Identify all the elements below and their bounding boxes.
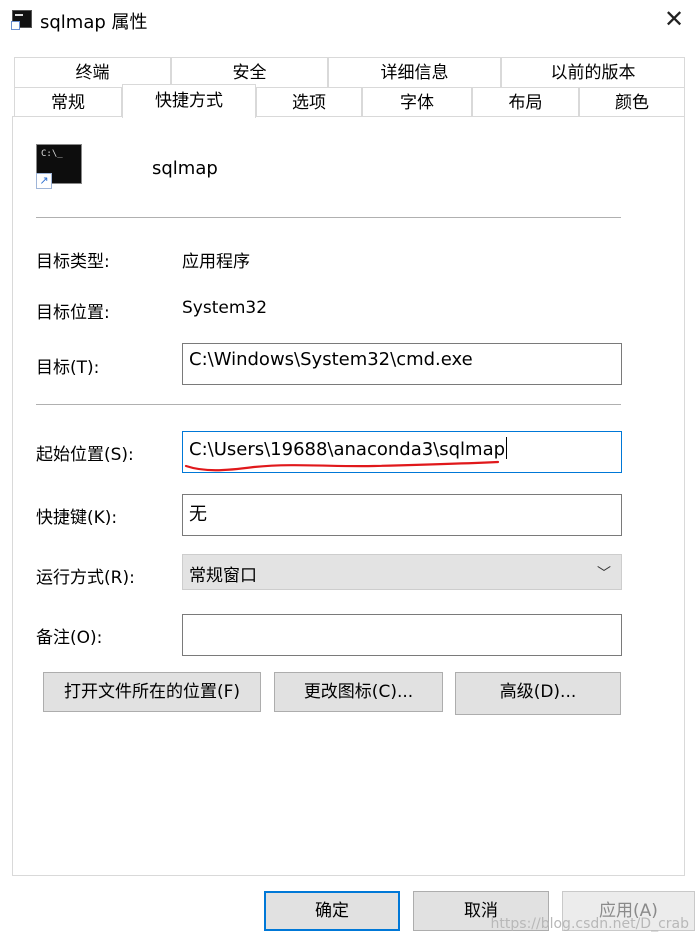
divider — [36, 404, 621, 405]
target-location-value: System32 — [182, 298, 268, 318]
run-select-value: 常规窗口 — [189, 566, 257, 586]
change-icon-button[interactable]: 更改图标(C)... — [274, 672, 443, 712]
divider — [36, 217, 621, 218]
close-button[interactable]: ✕ — [651, 0, 697, 40]
run-select[interactable]: 常规窗口 ﹀ — [182, 554, 622, 590]
tab-general[interactable]: 常规 — [14, 87, 122, 117]
ok-button[interactable]: 确定 — [264, 891, 400, 931]
watermark: https://blog.csdn.net/D_crab — [490, 916, 689, 932]
tab-shortcut[interactable]: 快捷方式 — [122, 84, 256, 118]
tab-colors[interactable]: 颜色 — [579, 87, 685, 117]
tab-font[interactable]: 字体 — [362, 87, 472, 117]
icon-prompt-text: C:\_ — [41, 149, 63, 159]
target-type-label: 目标类型: — [36, 252, 110, 272]
tab-options[interactable]: 选项 — [256, 87, 362, 117]
comment-input[interactable] — [182, 614, 622, 656]
shortcut-name: sqlmap — [152, 158, 218, 179]
window-title: sqlmap 属性 — [40, 12, 148, 33]
target-location-label: 目标位置: — [36, 303, 110, 323]
red-underline-annotation — [184, 460, 500, 472]
run-label: 运行方式(R): — [36, 568, 135, 588]
cmd-icon — [11, 10, 32, 30]
tab-security[interactable]: 安全 — [171, 57, 328, 87]
advanced-button[interactable]: 高级(D)... — [455, 672, 621, 715]
target-label: 目标(T): — [36, 358, 100, 378]
tab-layout[interactable]: 布局 — [472, 87, 579, 117]
title-bar: sqlmap 属性 ✕ — [0, 0, 697, 40]
hotkey-input[interactable]: 无 — [182, 494, 622, 536]
open-file-location-button[interactable]: 打开文件所在的位置(F) — [43, 672, 261, 712]
target-type-value: 应用程序 — [182, 252, 250, 272]
cmd-shortcut-icon: C:\_ ↗ — [36, 144, 82, 189]
tab-previous-versions[interactable]: 以前的版本 — [501, 57, 685, 87]
text-caret — [506, 437, 508, 459]
start-in-value: C:\Users\19688\anaconda3\sqlmap — [189, 439, 506, 460]
comment-label: 备注(O): — [36, 628, 103, 648]
shortcut-arrow-icon: ↗ — [36, 173, 52, 189]
hotkey-label: 快捷键(K): — [36, 508, 118, 528]
tab-details[interactable]: 详细信息 — [328, 57, 501, 87]
target-input[interactable]: C:\Windows\System32\cmd.exe — [182, 343, 622, 385]
tab-terminal[interactable]: 终端 — [14, 57, 171, 87]
chevron-down-icon: ﹀ — [597, 566, 611, 582]
start-in-label: 起始位置(S): — [36, 445, 134, 465]
